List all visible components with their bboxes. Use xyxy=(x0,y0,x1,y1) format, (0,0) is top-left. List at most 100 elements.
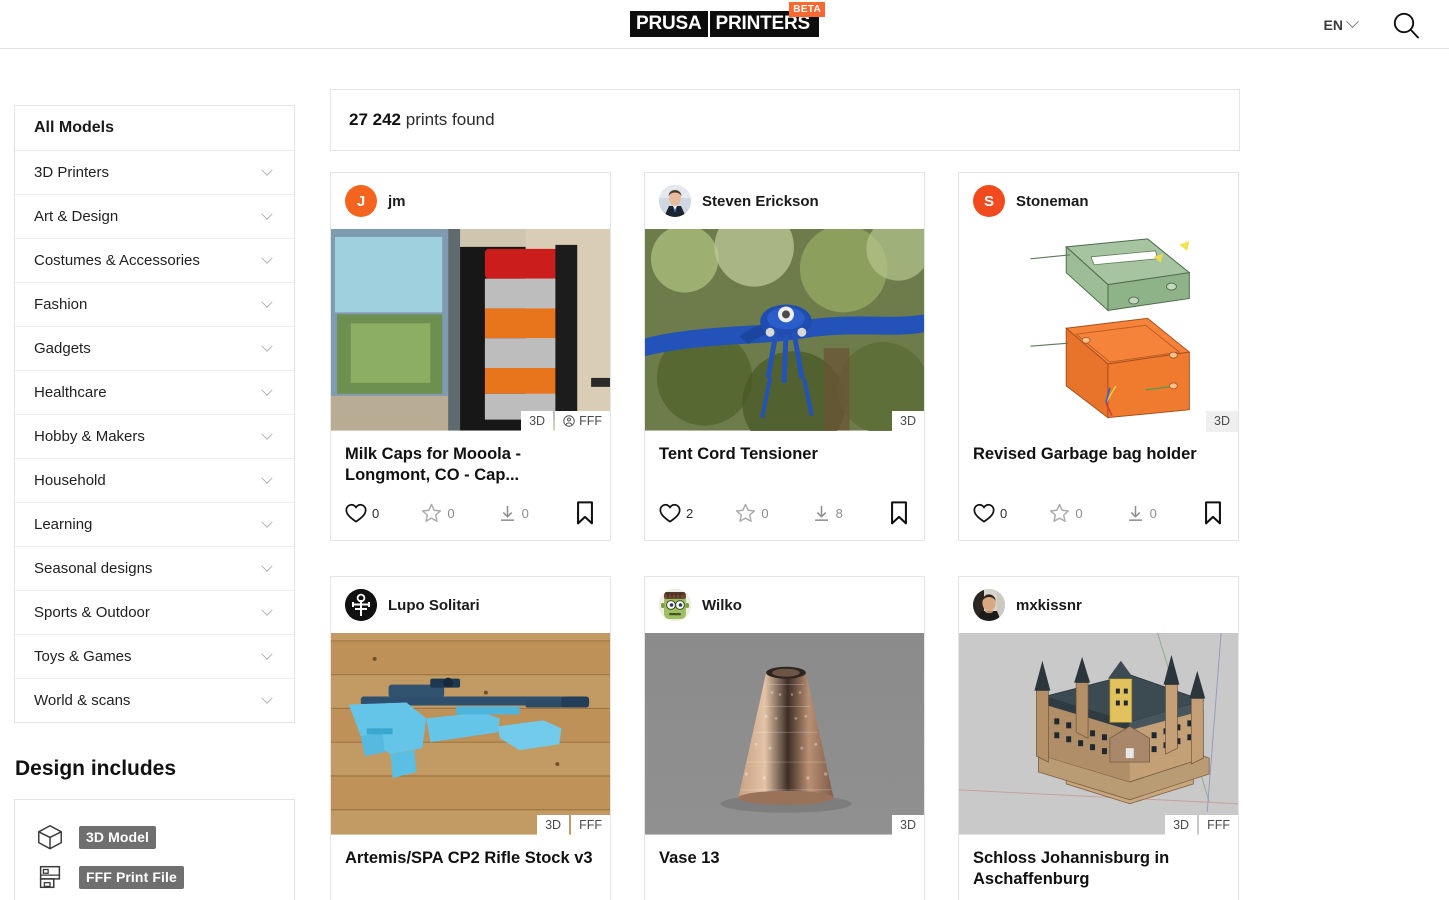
model-title[interactable]: Schloss Johannisburg in Aschaffenburg xyxy=(973,848,1224,890)
cube-icon xyxy=(38,825,62,850)
sidebar-item-label: Fashion xyxy=(34,296,88,313)
like-stat[interactable]: 0 xyxy=(345,503,421,523)
thumbnail-badges: 3D xyxy=(892,814,924,837)
model-grid: J jm 3D FFF Milk Caps for Mooola - Longm… xyxy=(330,172,1250,900)
bookmark-button[interactable] xyxy=(888,500,910,526)
sidebar-heading-all-models: All Models xyxy=(15,106,294,151)
badge-label: FFF xyxy=(1207,817,1230,832)
category-list: All Models 3D Printers Art & Design Cost… xyxy=(14,105,295,723)
like-stat[interactable]: 0 xyxy=(973,503,1049,523)
avatar: J xyxy=(345,185,377,217)
sidebar-item-household[interactable]: Household xyxy=(15,459,294,503)
card-author[interactable]: Lupo Solitari xyxy=(331,577,610,633)
model-card[interactable]: S Stoneman 3D Revised Garbage bag holder… xyxy=(958,172,1239,542)
sidebar-item-fashion[interactable]: Fashion xyxy=(15,283,294,327)
model-card[interactable]: mxkissnr 3D FFF Schloss Johannisburg in … xyxy=(958,576,1239,900)
thumbnail-artwork xyxy=(959,633,1238,835)
star-stat[interactable]: 0 xyxy=(735,503,811,523)
model-title[interactable]: Revised Garbage bag holder xyxy=(973,444,1224,465)
avatar xyxy=(659,185,691,217)
author-name: mxkissnr xyxy=(1016,596,1082,614)
chevron-down-icon xyxy=(261,208,273,220)
card-author[interactable]: J jm xyxy=(331,173,610,229)
author-name: Lupo Solitari xyxy=(388,596,480,614)
model-thumbnail[interactable]: 3D xyxy=(959,229,1238,432)
sidebar-item-art-design[interactable]: Art & Design xyxy=(15,195,294,239)
thumbnail-badges: 3D xyxy=(1206,410,1238,432)
download-stat[interactable]: 8 xyxy=(812,504,888,523)
sidebar-item-toys-games[interactable]: Toys & Games xyxy=(15,635,294,679)
badge-label: 3D xyxy=(900,413,916,428)
model-card[interactable]: Lupo Solitari 3D FFF Artemis/SPA CP2 Rif… xyxy=(330,576,611,900)
search-button[interactable] xyxy=(1391,10,1421,40)
site-logo[interactable]: PRUSA PRINTERS BETA xyxy=(630,2,825,37)
badge-3d: 3D xyxy=(537,814,570,837)
model-thumbnail[interactable]: 3D FFF xyxy=(959,633,1238,837)
filter-3d-model[interactable]: 3D Model xyxy=(15,817,294,857)
star-count: 0 xyxy=(447,505,455,521)
model-title[interactable]: Tent Cord Tensioner xyxy=(659,444,910,465)
avatar-symbol xyxy=(345,589,377,622)
bookmark-icon xyxy=(1205,501,1221,525)
card-author[interactable]: Wilko xyxy=(645,577,924,633)
sidebar-item-seasonal-designs[interactable]: Seasonal designs xyxy=(15,547,294,591)
chevron-down-icon xyxy=(261,692,273,704)
sidebar-item-costumes-accessories[interactable]: Costumes & Accessories xyxy=(15,239,294,283)
bookmark-button[interactable] xyxy=(1202,500,1224,526)
author-name: Stoneman xyxy=(1016,192,1089,210)
printer-icon xyxy=(39,865,61,889)
sidebar-item-label: Seasonal designs xyxy=(34,560,153,577)
chip-3d-model: 3D Model xyxy=(79,825,157,849)
download-stat[interactable]: 0 xyxy=(1126,504,1202,523)
star-stat[interactable]: 0 xyxy=(421,503,497,523)
sidebar-item-learning[interactable]: Learning xyxy=(15,503,294,547)
badge-fff: FFF xyxy=(555,410,610,432)
author-name: Steven Erickson xyxy=(702,192,819,210)
sidebar-item-3d-printers[interactable]: 3D Printers xyxy=(15,151,294,195)
avatar: S xyxy=(973,185,1005,217)
model-title[interactable]: Artemis/SPA CP2 Rifle Stock v3 xyxy=(345,848,596,869)
thumbnail-badges: 3D FFF xyxy=(537,814,610,837)
download-count: 0 xyxy=(1149,505,1157,521)
results-count: 27 242 xyxy=(349,110,401,129)
card-body: Artemis/SPA CP2 Rifle Stock v3 xyxy=(331,836,610,898)
model-card[interactable]: J jm 3D FFF Milk Caps for Mooola - Longm… xyxy=(330,172,611,542)
language-selector[interactable]: EN xyxy=(1324,15,1359,33)
card-author[interactable]: mxkissnr xyxy=(959,577,1238,633)
model-card[interactable]: Steven Erickson 3D Tent Cord Tensioner 2… xyxy=(644,172,925,542)
model-thumbnail[interactable]: 3D xyxy=(645,633,924,837)
bookmark-button[interactable] xyxy=(574,500,596,526)
chevron-down-icon xyxy=(261,604,273,616)
card-author[interactable]: Steven Erickson xyxy=(645,173,924,229)
sidebar-item-healthcare[interactable]: Healthcare xyxy=(15,371,294,415)
thumbnail-artwork xyxy=(645,229,924,431)
download-stat[interactable]: 0 xyxy=(498,504,574,523)
star-stat[interactable]: 0 xyxy=(1049,503,1125,523)
model-title[interactable]: Vase 13 xyxy=(659,848,910,869)
badge-3d: 3D xyxy=(892,410,924,432)
results-suffix: prints found xyxy=(405,110,495,129)
chevron-down-icon xyxy=(261,296,273,308)
filter-fff-print-file[interactable]: FFF Print File xyxy=(15,857,294,897)
chevron-down-icon xyxy=(261,384,273,396)
design-includes-title: Design includes xyxy=(15,757,177,780)
model-thumbnail[interactable]: 3D FFF xyxy=(331,633,610,837)
sidebar-item-world-scans[interactable]: World & scans xyxy=(15,679,294,722)
badge-label: 3D xyxy=(545,817,562,832)
model-card[interactable]: Wilko 3D Vase 13 xyxy=(644,576,925,900)
page-body: All Models 3D Printers Art & Design Cost… xyxy=(0,49,1449,900)
like-stat[interactable]: 2 xyxy=(659,503,735,523)
model-thumbnail[interactable]: 3D FFF xyxy=(331,229,610,432)
model-thumbnail[interactable]: 3D xyxy=(645,229,924,432)
sidebar-item-sports-outdoor[interactable]: Sports & Outdoor xyxy=(15,591,294,635)
card-author[interactable]: S Stoneman xyxy=(959,173,1238,229)
model-title[interactable]: Milk Caps for Mooola - Longmont, CO - Ca… xyxy=(345,444,596,486)
thumbnail-artwork xyxy=(959,229,1238,431)
sidebar-item-hobby-makers[interactable]: Hobby & Makers xyxy=(15,415,294,459)
chip-fff-print-file: FFF Print File xyxy=(79,865,184,889)
chevron-down-icon xyxy=(261,428,273,440)
avatar xyxy=(973,589,1005,622)
sidebar-item-gadgets[interactable]: Gadgets xyxy=(15,327,294,371)
star-count: 0 xyxy=(1075,505,1083,521)
card-body: Tent Cord Tensioner xyxy=(645,432,924,494)
